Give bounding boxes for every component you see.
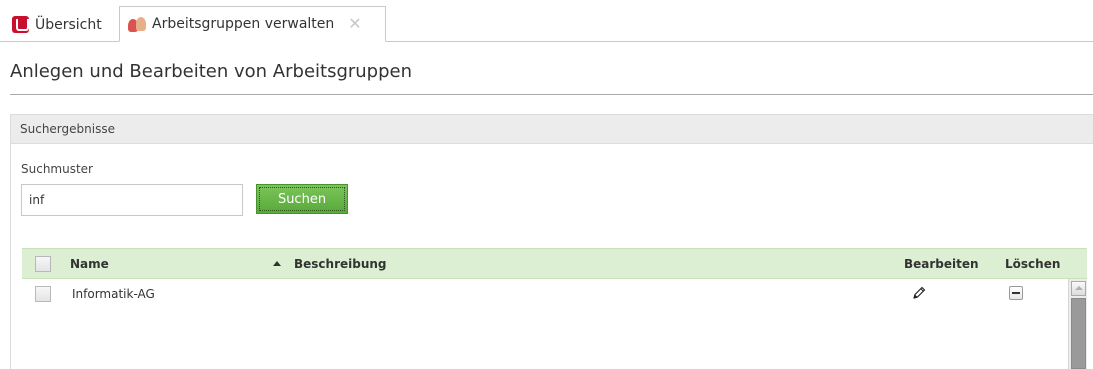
search-label: Suchmuster [21,162,93,176]
pencil-icon[interactable] [911,285,927,301]
group-icon [128,16,146,32]
tab-manage-groups-label: Arbeitsgruppen verwalten [152,16,335,32]
row-checkbox[interactable] [35,286,51,302]
title-divider [10,94,1093,95]
tab-overview[interactable]: Übersicht [8,7,121,42]
tab-manage-groups[interactable]: Arbeitsgruppen verwalten ✕ [119,6,386,42]
scroll-up-icon[interactable] [1071,281,1086,296]
panel-header: Suchergebnisse [11,114,1093,144]
close-icon[interactable]: ✕ [348,16,361,32]
search-input[interactable] [21,184,243,216]
table-row[interactable]: Informatik-AG [22,279,1067,309]
column-header-edit: Bearbeiten [904,257,979,271]
column-header-description[interactable]: Beschreibung [294,249,387,279]
select-all-checkbox[interactable] [35,256,51,272]
row-name: Informatik-AG [72,287,155,301]
search-results-panel: Suchergebnisse Suchmuster Suchen Name Be… [10,114,1093,369]
vertical-scrollbar[interactable] [1068,279,1087,369]
scroll-thumb[interactable] [1071,298,1086,369]
school-logo-icon [12,16,29,33]
page-title: Anlegen und Bearbeiten von Arbeitsgruppe… [10,61,413,82]
tab-bar: Übersicht Arbeitsgruppen verwalten ✕ [0,0,1093,42]
tab-overview-label: Übersicht [35,16,102,33]
search-button[interactable]: Suchen [256,184,348,214]
column-header-name[interactable]: Name [70,249,109,279]
sort-ascending-icon[interactable] [273,261,281,266]
column-header-delete: Löschen [1005,257,1061,271]
table-header: Name Beschreibung Bearbeiten Löschen [22,248,1087,279]
results-table: Name Beschreibung Bearbeiten Löschen Inf… [22,248,1087,369]
delete-icon[interactable] [1009,286,1023,300]
